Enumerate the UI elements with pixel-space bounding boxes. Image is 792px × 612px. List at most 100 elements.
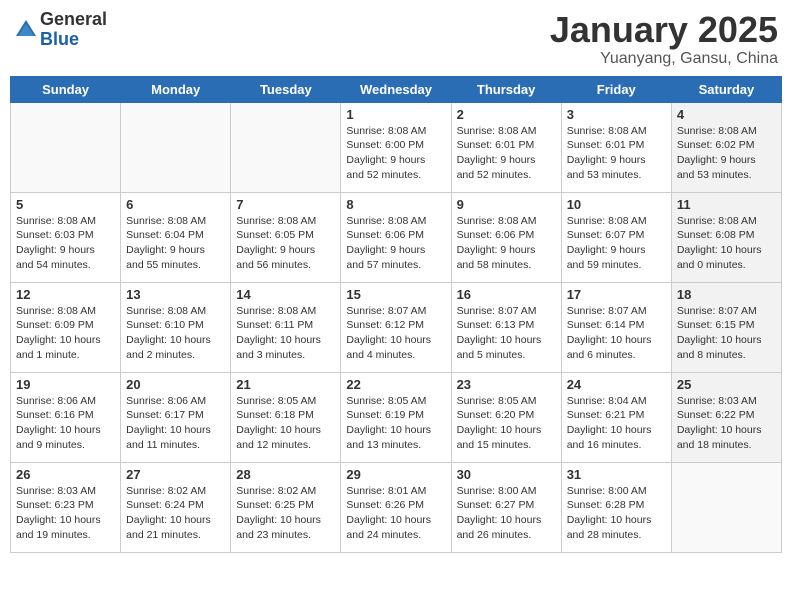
calendar-cell: 16 Sunrise: 8:07 AM Sunset: 6:13 PM Dayli… — [451, 282, 561, 372]
day-info: Sunrise: 8:08 AM Sunset: 6:09 PM Dayligh… — [16, 304, 115, 363]
calendar-cell: 8Sunrise: 8:08 AM Sunset: 6:06 PM Daylig… — [341, 192, 451, 282]
day-number: 9 — [457, 197, 556, 212]
day-info: Sunrise: 8:03 AM Sunset: 6:23 PM Dayligh… — [16, 484, 115, 543]
weekday-header-friday: Friday — [561, 76, 671, 102]
day-number: 25 — [677, 377, 776, 392]
location: Yuanyang, Gansu, China — [550, 50, 778, 68]
weekday-header-row: SundayMondayTuesdayWednesdayThursdayFrid… — [11, 76, 782, 102]
weekday-header-tuesday: Tuesday — [231, 76, 341, 102]
calendar-cell: 1 Sunrise: 8:08 AM Sunset: 6:00 PM Daylig… — [341, 102, 451, 192]
logo-blue: Blue — [40, 30, 107, 50]
weekday-header-saturday: Saturday — [671, 76, 781, 102]
calendar-cell: 22 Sunrise: 8:05 AM Sunset: 6:19 PM Dayli… — [341, 372, 451, 462]
calendar-cell: 19Sunrise: 8:06 AM Sunset: 6:16 PM Dayli… — [11, 372, 121, 462]
day-info: Sunrise: 8:00 AM Sunset: 6:27 PM Dayligh… — [457, 484, 556, 543]
day-number: 5 — [16, 197, 115, 212]
calendar-cell: 3Sunrise: 8:08 AM Sunset: 6:01 PM Daylig… — [561, 102, 671, 192]
calendar-cell: 10 Sunrise: 8:08 AM Sunset: 6:07 PM Dayli… — [561, 192, 671, 282]
day-number: 7 — [236, 197, 335, 212]
day-number: 21 — [236, 377, 335, 392]
logo-text: General Blue — [40, 10, 107, 50]
day-number: 10 — [567, 197, 666, 212]
calendar-cell: 24 Sunrise: 8:04 AM Sunset: 6:21 PM Dayli… — [561, 372, 671, 462]
day-info: Sunrise: 8:08 AM Sunset: 6:07 PM Dayligh… — [567, 214, 666, 273]
calendar-cell — [231, 102, 341, 192]
calendar-cell: 12 Sunrise: 8:08 AM Sunset: 6:09 PM Dayli… — [11, 282, 121, 372]
day-info: Sunrise: 8:02 AM Sunset: 6:25 PM Dayligh… — [236, 484, 335, 543]
day-number: 22 — [346, 377, 445, 392]
day-number: 12 — [16, 287, 115, 302]
logo-general: General — [40, 10, 107, 30]
day-number: 27 — [126, 467, 225, 482]
day-info: Sunrise: 8:05 AM Sunset: 6:18 PM Dayligh… — [236, 394, 335, 453]
day-info: Sunrise: 8:07 AM Sunset: 6:13 PM Dayligh… — [457, 304, 556, 363]
day-info: Sunrise: 8:08 AM Sunset: 6:01 PM Dayligh… — [457, 124, 556, 183]
day-info: Sunrise: 8:08 AM Sunset: 6:10 PM Dayligh… — [126, 304, 225, 363]
calendar-cell — [11, 102, 121, 192]
calendar-cell: 13 Sunrise: 8:08 AM Sunset: 6:10 PM Dayli… — [121, 282, 231, 372]
day-number: 29 — [346, 467, 445, 482]
day-info: Sunrise: 8:07 AM Sunset: 6:15 PM Dayligh… — [677, 304, 776, 363]
calendar-table: SundayMondayTuesdayWednesdayThursdayFrid… — [10, 76, 782, 553]
calendar-cell: 2 Sunrise: 8:08 AM Sunset: 6:01 PM Daylig… — [451, 102, 561, 192]
calendar-cell: 28 Sunrise: 8:02 AM Sunset: 6:25 PM Dayli… — [231, 462, 341, 552]
calendar-cell: 18 Sunrise: 8:07 AM Sunset: 6:15 PM Dayli… — [671, 282, 781, 372]
day-number: 18 — [677, 287, 776, 302]
day-info: Sunrise: 8:08 AM Sunset: 6:11 PM Dayligh… — [236, 304, 335, 363]
day-info: Sunrise: 8:04 AM Sunset: 6:21 PM Dayligh… — [567, 394, 666, 453]
day-info: Sunrise: 8:03 AM Sunset: 6:22 PM Dayligh… — [677, 394, 776, 453]
day-number: 23 — [457, 377, 556, 392]
day-number: 24 — [567, 377, 666, 392]
weekday-header-thursday: Thursday — [451, 76, 561, 102]
day-number: 8 — [346, 197, 445, 212]
calendar-cell: 6Sunrise: 8:08 AM Sunset: 6:04 PM Daylig… — [121, 192, 231, 282]
day-number: 13 — [126, 287, 225, 302]
logo-icon — [14, 18, 38, 42]
month-title: January 2025 — [550, 10, 778, 50]
page-header: General Blue January 2025 Yuanyang, Gans… — [10, 10, 782, 68]
calendar-week-row: 19Sunrise: 8:06 AM Sunset: 6:16 PM Dayli… — [11, 372, 782, 462]
weekday-header-monday: Monday — [121, 76, 231, 102]
day-info: Sunrise: 8:08 AM Sunset: 6:00 PM Dayligh… — [346, 124, 445, 183]
day-info: Sunrise: 8:08 AM Sunset: 6:06 PM Dayligh… — [457, 214, 556, 273]
weekday-header-wednesday: Wednesday — [341, 76, 451, 102]
day-number: 3 — [567, 107, 666, 122]
day-number: 30 — [457, 467, 556, 482]
calendar-cell — [671, 462, 781, 552]
day-info: Sunrise: 8:08 AM Sunset: 6:03 PM Dayligh… — [16, 214, 115, 273]
day-number: 16 — [457, 287, 556, 302]
day-info: Sunrise: 8:08 AM Sunset: 6:08 PM Dayligh… — [677, 214, 776, 273]
title-block: January 2025 Yuanyang, Gansu, China — [550, 10, 778, 68]
day-number: 2 — [457, 107, 556, 122]
day-number: 1 — [346, 107, 445, 122]
day-info: Sunrise: 8:07 AM Sunset: 6:14 PM Dayligh… — [567, 304, 666, 363]
calendar-week-row: 12 Sunrise: 8:08 AM Sunset: 6:09 PM Dayli… — [11, 282, 782, 372]
calendar-week-row: 1 Sunrise: 8:08 AM Sunset: 6:00 PM Daylig… — [11, 102, 782, 192]
day-number: 28 — [236, 467, 335, 482]
day-info: Sunrise: 8:05 AM Sunset: 6:20 PM Dayligh… — [457, 394, 556, 453]
calendar-week-row: 5 Sunrise: 8:08 AM Sunset: 6:03 PM Daylig… — [11, 192, 782, 282]
day-info: Sunrise: 8:00 AM Sunset: 6:28 PM Dayligh… — [567, 484, 666, 543]
calendar-cell: 7Sunrise: 8:08 AM Sunset: 6:05 PM Daylig… — [231, 192, 341, 282]
calendar-cell: 9 Sunrise: 8:08 AM Sunset: 6:06 PM Daylig… — [451, 192, 561, 282]
calendar-cell: 21 Sunrise: 8:05 AM Sunset: 6:18 PM Dayli… — [231, 372, 341, 462]
day-info: Sunrise: 8:07 AM Sunset: 6:12 PM Dayligh… — [346, 304, 445, 363]
day-number: 17 — [567, 287, 666, 302]
day-info: Sunrise: 8:05 AM Sunset: 6:19 PM Dayligh… — [346, 394, 445, 453]
day-info: Sunrise: 8:08 AM Sunset: 6:02 PM Dayligh… — [677, 124, 776, 183]
day-number: 26 — [16, 467, 115, 482]
day-number: 31 — [567, 467, 666, 482]
day-number: 14 — [236, 287, 335, 302]
calendar-cell: 20Sunrise: 8:06 AM Sunset: 6:17 PM Dayli… — [121, 372, 231, 462]
calendar-cell: 11 Sunrise: 8:08 AM Sunset: 6:08 PM Dayli… — [671, 192, 781, 282]
calendar-cell: 29Sunrise: 8:01 AM Sunset: 6:26 PM Dayli… — [341, 462, 451, 552]
weekday-header-sunday: Sunday — [11, 76, 121, 102]
calendar-cell: 15Sunrise: 8:07 AM Sunset: 6:12 PM Dayli… — [341, 282, 451, 372]
day-number: 11 — [677, 197, 776, 212]
day-number: 4 — [677, 107, 776, 122]
calendar-cell: 30 Sunrise: 8:00 AM Sunset: 6:27 PM Dayli… — [451, 462, 561, 552]
calendar-cell: 5 Sunrise: 8:08 AM Sunset: 6:03 PM Daylig… — [11, 192, 121, 282]
calendar-cell: 27Sunrise: 8:02 AM Sunset: 6:24 PM Dayli… — [121, 462, 231, 552]
calendar-cell: 31 Sunrise: 8:00 AM Sunset: 6:28 PM Dayli… — [561, 462, 671, 552]
calendar-cell: 25 Sunrise: 8:03 AM Sunset: 6:22 PM Dayli… — [671, 372, 781, 462]
